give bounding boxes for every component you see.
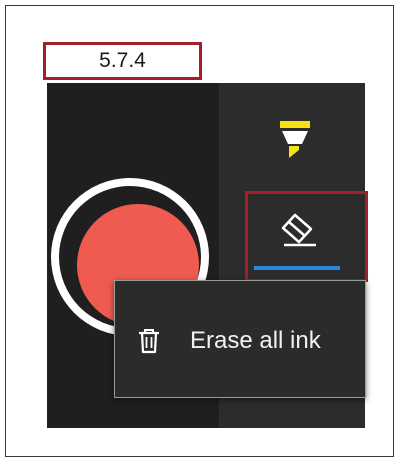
highlighter-icon[interactable] (277, 118, 313, 162)
selected-tool-indicator (254, 266, 340, 270)
erase-all-ink-menu-item[interactable]: Erase all ink (115, 319, 365, 363)
erase-all-ink-label: Erase all ink (190, 327, 321, 354)
version-label: 5.7.4 (43, 42, 202, 80)
context-menu: Erase all ink (114, 280, 366, 398)
eraser-icon (281, 213, 316, 247)
trash-icon (139, 329, 159, 354)
eraser-tool[interactable] (245, 191, 368, 282)
